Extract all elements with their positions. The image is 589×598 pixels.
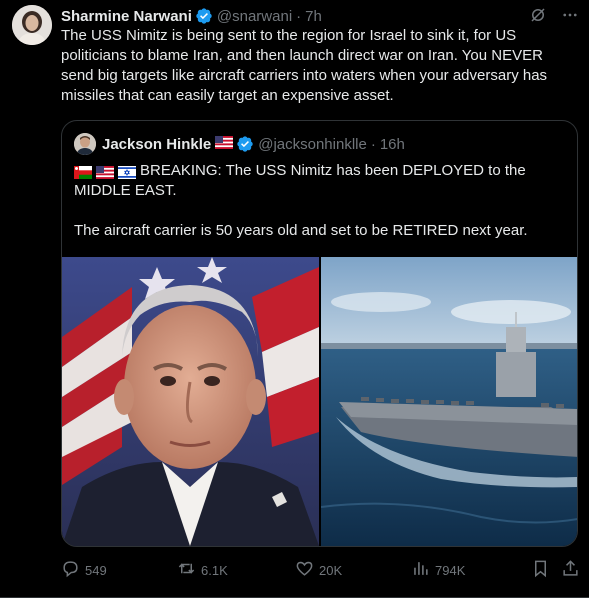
us-flag-icon (96, 165, 114, 179)
views-chart-icon (411, 559, 430, 581)
tweet-header: Sharmine Narwani @snarwani · 7h (61, 5, 579, 27)
retweet-icon (177, 559, 196, 581)
quoted-text-line-2: MIDDLE EAST. (74, 182, 177, 199)
separator-dot: · (296, 7, 302, 25)
tweet-actions: 549 6.1K 20K 794K (61, 559, 579, 581)
quoted-tweet-header: Jackson Hinkle @jacksonhinklle · 16h (74, 133, 405, 155)
share-button[interactable] (561, 559, 580, 581)
oman-flag-icon (74, 165, 92, 179)
tweet[interactable]: Sharmine Narwani @snarwani · 7h The USS … (0, 0, 589, 598)
media-photo-aircraft-carrier[interactable] (320, 257, 577, 546)
author-avatar[interactable] (12, 5, 52, 45)
us-flag-icon (215, 135, 234, 153)
grok-icon[interactable] (529, 6, 547, 28)
tweet-time[interactable]: 7h (305, 8, 322, 25)
quoted-author-avatar[interactable] (74, 133, 96, 155)
tweet-text: The USS Nimitz is being sent to the regi… (61, 27, 548, 104)
retweet-count: 6.1K (201, 562, 228, 578)
quoted-tweet-time[interactable]: 16h (380, 136, 405, 153)
quoted-tweet-text: BREAKING: The USS Nimitz has been DEPLOY… (74, 161, 566, 241)
like-button[interactable]: 20K (295, 559, 342, 581)
quoted-text-line: BREAKING: The USS Nimitz has been DEPLOY… (74, 161, 566, 181)
author-handle[interactable]: @snarwani (217, 8, 292, 25)
retweet-button[interactable]: 6.1K (177, 559, 228, 581)
author-name[interactable]: Sharmine Narwani (61, 8, 192, 25)
share-icon (561, 559, 580, 581)
reply-button[interactable]: 549 (61, 559, 107, 581)
like-count: 20K (319, 562, 343, 578)
quoted-text-line-3: The aircraft carrier is 50 years old and… (74, 222, 528, 239)
verified-badge-icon (195, 7, 213, 25)
bookmark-icon (531, 559, 550, 581)
more-options-icon[interactable] (561, 6, 579, 28)
quoted-tweet[interactable]: Jackson Hinkle @jacksonhinklle · 16h BRE… (61, 120, 578, 547)
quoted-separator-dot: · (370, 135, 376, 153)
quoted-author-name[interactable]: Jackson Hinkle (102, 136, 211, 153)
reply-count: 549 (85, 562, 107, 578)
quoted-author-handle[interactable]: @jacksonhinklle (258, 136, 367, 153)
bookmark-button[interactable] (531, 559, 550, 581)
quoted-verified-badge-icon (236, 135, 254, 153)
quoted-media[interactable] (62, 257, 577, 546)
heart-icon (295, 559, 314, 581)
quoted-text-line-1: BREAKING: The USS Nimitz has been DEPLOY… (140, 162, 526, 179)
reply-icon (61, 559, 80, 581)
views-button[interactable]: 794K (411, 559, 465, 581)
israel-flag-icon (118, 165, 136, 179)
media-photo-portrait[interactable] (62, 257, 319, 546)
view-count: 794K (435, 562, 466, 578)
